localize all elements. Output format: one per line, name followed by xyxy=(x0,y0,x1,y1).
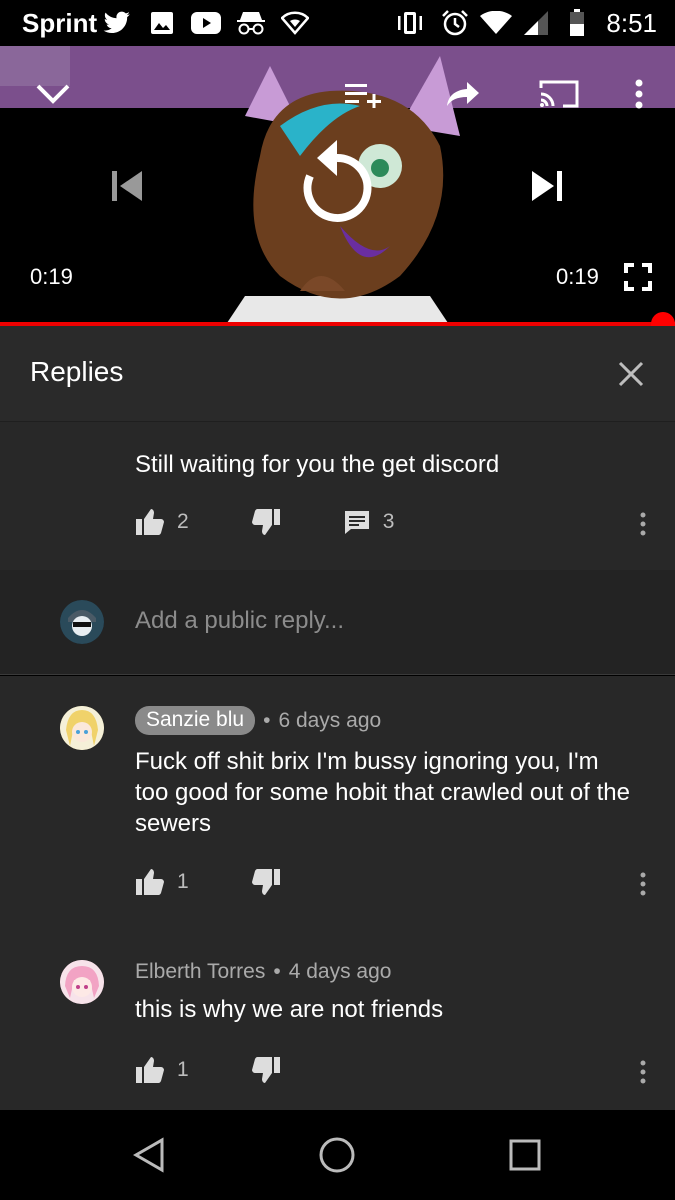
incognito-icon xyxy=(234,8,268,38)
video-player[interactable]: 0:19 0:19 xyxy=(0,46,675,326)
reply-more-icon[interactable] xyxy=(635,868,651,900)
like-button[interactable]: 1 xyxy=(135,868,189,896)
reply-more-icon[interactable] xyxy=(635,1056,651,1088)
share-icon[interactable] xyxy=(440,76,486,112)
thumbs-down-icon xyxy=(251,869,280,895)
youtube-icon xyxy=(190,8,222,38)
author-chip[interactable]: Sanzie blu xyxy=(135,706,256,735)
close-icon[interactable] xyxy=(613,356,649,392)
wifi-icon xyxy=(480,8,512,38)
reply-count-button[interactable]: 3 xyxy=(343,508,395,536)
image-icon xyxy=(148,8,176,38)
reply-meta: Elberth Torres • 4 days ago xyxy=(135,960,391,984)
thumbs-up-icon xyxy=(136,509,164,535)
reply-count: 3 xyxy=(382,510,395,533)
twitter-icon xyxy=(102,8,132,38)
fullscreen-icon[interactable] xyxy=(620,260,656,294)
navigation-bar xyxy=(0,1110,675,1200)
comment-text: Still waiting for you the get discord xyxy=(135,451,500,478)
add-reply-row[interactable]: Add a public reply... xyxy=(0,570,675,675)
dislike-button[interactable] xyxy=(251,868,281,896)
recents-icon[interactable] xyxy=(502,1132,548,1178)
wifi-outline-icon xyxy=(280,8,310,38)
parent-comment: Still waiting for you the get discord 2 … xyxy=(0,422,675,570)
separator-dot: • xyxy=(263,708,271,732)
back-icon[interactable] xyxy=(126,1132,172,1178)
like-button[interactable]: 2 xyxy=(135,508,189,536)
replies-title: Replies xyxy=(30,356,124,387)
replies-header: Replies xyxy=(0,326,675,422)
comment-actions: 2 3 xyxy=(135,506,394,538)
collapse-chevron-icon[interactable] xyxy=(30,76,76,112)
reply-timestamp: 6 days ago xyxy=(278,708,382,732)
thumbs-down-icon xyxy=(251,509,280,535)
time-total: 0:19 xyxy=(556,264,599,289)
reply-meta: Sanzie blu • 6 days ago xyxy=(135,706,381,735)
reply-input[interactable]: Add a public reply... xyxy=(135,607,344,635)
signal-icon xyxy=(520,8,550,38)
next-icon[interactable] xyxy=(524,166,570,206)
author-name[interactable]: Elberth Torres xyxy=(135,960,265,984)
like-count: 1 xyxy=(177,870,189,893)
reply-list: Sanzie blu • 6 days ago Fuck off shit br… xyxy=(0,676,675,1110)
time-elapsed: 0:19 xyxy=(30,264,73,289)
thumbs-up-icon xyxy=(136,1057,164,1083)
alarm-icon xyxy=(440,8,470,38)
dislike-button[interactable] xyxy=(251,1056,281,1084)
like-count: 1 xyxy=(177,1058,189,1081)
thumbs-down-icon xyxy=(251,1057,280,1083)
like-count: 2 xyxy=(177,510,189,533)
reply-text: Fuck off shit brix I'm bussy ignoring yo… xyxy=(135,748,630,837)
avatar xyxy=(60,600,104,644)
comment-more-icon[interactable] xyxy=(635,508,651,540)
reply-timestamp: 4 days ago xyxy=(288,960,392,983)
battery-icon xyxy=(566,8,588,38)
separator-dot: • xyxy=(273,960,281,983)
more-vert-icon[interactable] xyxy=(622,76,656,112)
vibrate-icon xyxy=(394,8,426,38)
reply-actions: 1 xyxy=(135,1054,281,1086)
dislike-button[interactable] xyxy=(251,508,281,536)
thumbs-up-icon xyxy=(136,869,164,895)
clock: 8:51 xyxy=(606,8,657,38)
home-icon[interactable] xyxy=(314,1132,360,1178)
avatar xyxy=(60,706,104,750)
avatar xyxy=(60,960,104,1004)
status-bar: Sprint 8:51 xyxy=(0,0,675,46)
cast-icon[interactable] xyxy=(534,76,584,112)
carrier-label: Sprint xyxy=(22,8,98,38)
add-to-queue-icon[interactable] xyxy=(340,76,386,112)
reply-actions: 1 xyxy=(135,866,281,898)
replay-icon[interactable] xyxy=(292,136,382,226)
previous-icon[interactable] xyxy=(104,166,150,206)
like-button[interactable]: 1 xyxy=(135,1056,189,1084)
reply-text: this is why we are not friends xyxy=(135,996,444,1023)
comment-icon xyxy=(344,511,369,534)
